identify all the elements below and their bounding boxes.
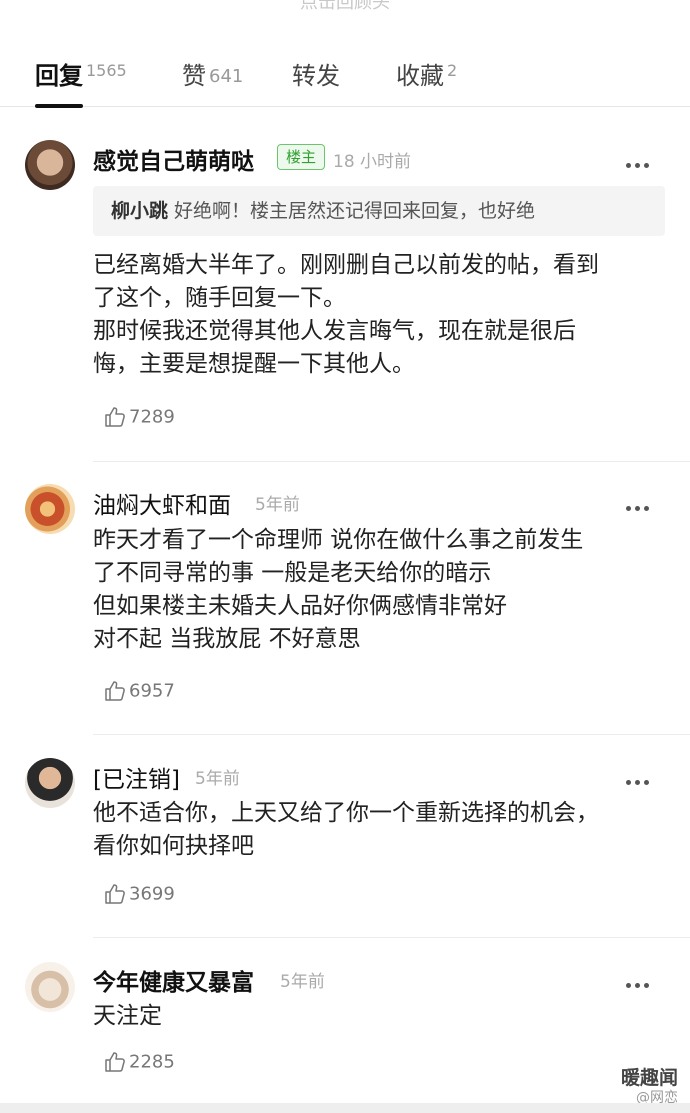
tab-replies-label: 回复 xyxy=(35,62,83,90)
like-button[interactable]: 7289 xyxy=(103,405,175,431)
username[interactable]: 今年健康又暴富 xyxy=(93,963,254,997)
like-count: 3699 xyxy=(129,883,175,905)
more-options-icon[interactable] xyxy=(626,973,656,988)
comment-line: 悔，主要是想提醒一下其他人。 xyxy=(93,351,415,377)
tab-favorites-label: 收藏 xyxy=(396,62,444,90)
active-tab-indicator xyxy=(35,104,83,108)
divider xyxy=(93,461,690,462)
quoted-user[interactable]: 柳小跳 xyxy=(111,200,168,222)
tab-bar: 回复 1565 赞 641 转发 收藏 2 xyxy=(0,40,690,108)
thumbs-up-icon xyxy=(105,1052,125,1072)
quoted-text: 好绝啊！楼主居然还记得回来回复，也好绝 xyxy=(174,200,536,222)
top-hint: 点击回顾头 xyxy=(300,0,390,13)
tab-replies[interactable]: 回复 1565 xyxy=(35,56,127,91)
timestamp: 18 小时前 xyxy=(333,152,412,172)
username[interactable]: 油焖大虾和面 xyxy=(93,486,231,520)
comment-line: 但如果楼主未婚夫人品好你俩感情非常好 xyxy=(93,593,507,619)
comment-line: 天注定 xyxy=(93,1003,162,1029)
username[interactable]: [已注销] xyxy=(93,760,180,794)
tab-replies-count: 1565 xyxy=(86,61,127,80)
divider xyxy=(93,734,690,735)
avatar[interactable] xyxy=(25,962,75,1012)
tab-likes-label: 赞 xyxy=(182,62,206,90)
quoted-reply[interactable]: 柳小跳 好绝啊！楼主居然还记得回来回复，也好绝 xyxy=(93,186,665,236)
like-button[interactable]: 6957 xyxy=(103,679,175,705)
thumbs-up-icon xyxy=(105,407,125,427)
username[interactable]: 感觉自己萌萌哒 xyxy=(93,142,254,176)
divider xyxy=(93,937,690,938)
more-options-icon[interactable] xyxy=(626,153,656,168)
thumbs-up-icon xyxy=(105,884,125,904)
comment-line: 那时候我还觉得其他人发言晦气，现在就是很后 xyxy=(93,318,576,344)
like-count: 6957 xyxy=(129,680,175,702)
like-button[interactable]: 3699 xyxy=(103,882,175,908)
timestamp: 5年前 xyxy=(280,972,325,992)
more-options-icon[interactable] xyxy=(626,496,656,511)
timestamp: 5年前 xyxy=(255,495,300,515)
tab-reposts[interactable]: 转发 xyxy=(292,56,340,91)
avatar[interactable] xyxy=(25,758,75,808)
tab-favorites[interactable]: 收藏 2 xyxy=(396,56,457,91)
comment-line: 了这个，随手回复一下。 xyxy=(93,285,346,311)
comment-body: 昨天才看了一个命理师 说你在做什么事之前发生 了不同寻常的事 一般是老天给你的暗… xyxy=(93,524,663,656)
comment-line: 对不起 当我放屁 不好意思 xyxy=(93,626,361,652)
bottom-bar xyxy=(0,1103,690,1113)
op-badge: 楼主 xyxy=(277,144,325,170)
like-count: 2285 xyxy=(129,1051,175,1073)
watermark-title: 暖趣闻 xyxy=(620,1067,678,1089)
tab-likes-count: 641 xyxy=(209,66,244,87)
watermark: 暖趣闻 @网恋 xyxy=(621,1068,678,1108)
comment-body: 已经离婚大半年了。刚刚删自己以前发的帖，看到 了这个，随手回复一下。 那时候我还… xyxy=(93,249,663,381)
like-button[interactable]: 2285 xyxy=(103,1050,175,1076)
avatar[interactable] xyxy=(25,140,75,190)
comment-line: 他不适合你，上天又给了你一个重新选择的机会， xyxy=(93,800,599,826)
like-count: 7289 xyxy=(129,406,175,428)
tab-likes[interactable]: 赞 641 xyxy=(182,56,243,91)
avatar[interactable] xyxy=(25,484,75,534)
tab-favorites-count: 2 xyxy=(447,61,458,80)
comment-line: 了不同寻常的事 一般是老天给你的暗示 xyxy=(93,560,492,586)
thumbs-up-icon xyxy=(105,681,125,701)
comment-line: 昨天才看了一个命理师 说你在做什么事之前发生 xyxy=(93,527,584,553)
timestamp: 5年前 xyxy=(195,769,240,789)
comment-line: 已经离婚大半年了。刚刚删自己以前发的帖，看到 xyxy=(93,252,599,278)
comment-body: 天注定 xyxy=(93,1000,663,1033)
more-options-icon[interactable] xyxy=(626,770,656,785)
comment-line: 看你如何抉择吧 xyxy=(93,833,254,859)
tab-reposts-label: 转发 xyxy=(292,62,340,90)
comment-body: 他不适合你，上天又给了你一个重新选择的机会， 看你如何抉择吧 xyxy=(93,797,663,863)
